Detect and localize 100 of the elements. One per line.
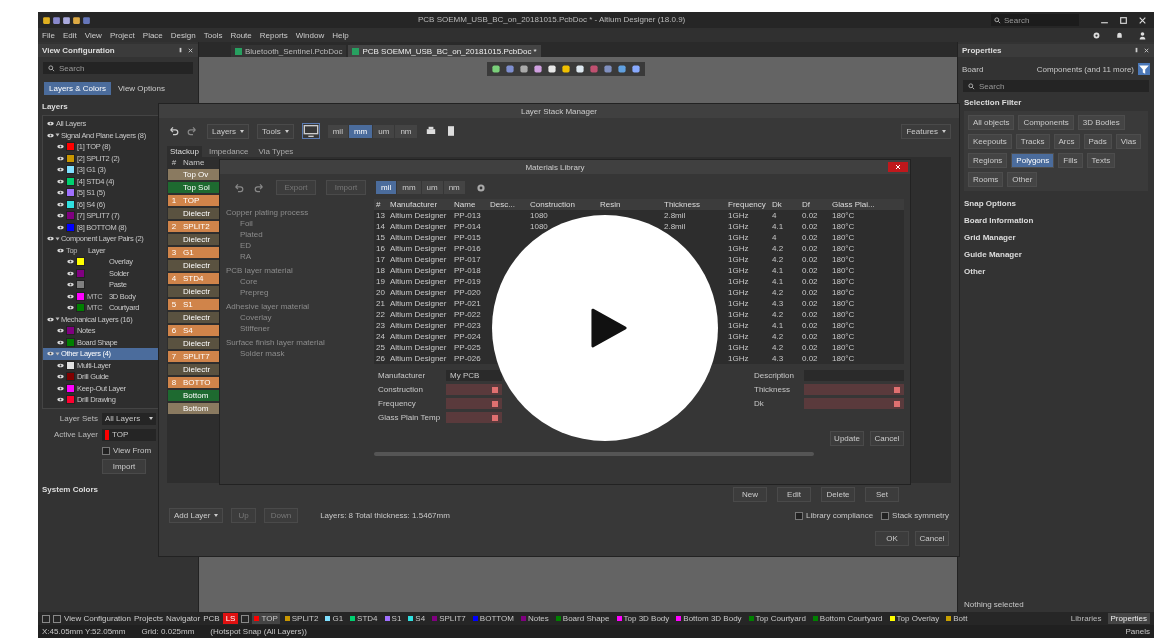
layer-tab[interactable]: SPLIT7 [430,613,468,624]
tree-item[interactable]: Prepreg [226,288,364,297]
eye-icon[interactable] [57,247,64,253]
layer-row[interactable]: Dielectr [168,260,220,271]
eye-icon[interactable] [57,339,64,345]
cancel-button[interactable]: Cancel [870,431,904,446]
tree-item[interactable]: ED [226,241,364,250]
tree-item[interactable]: Foil [226,219,364,228]
color-swatch[interactable] [76,268,85,278]
active-layer-field[interactable]: TOP [102,428,156,441]
bell-icon[interactable] [1115,30,1124,40]
gear-icon[interactable] [474,181,487,194]
tool-icon[interactable] [574,63,586,75]
eye-icon[interactable] [57,213,64,219]
menu-item[interactable]: Tools [203,30,223,40]
user-icon[interactable] [1138,30,1147,40]
input-field[interactable] [804,398,904,409]
expand-icon[interactable] [55,133,60,137]
menu-item[interactable]: View [84,30,102,40]
eye-icon[interactable] [57,190,64,196]
document-tab[interactable]: Bluetooth_Sentinel.PcbDoc [231,45,347,57]
menu-item[interactable]: Edit [62,30,77,40]
close-icon[interactable] [187,47,194,54]
layer-tab[interactable]: G1 [323,613,346,624]
unit-button[interactable]: mil [327,124,348,138]
layer-row[interactable]: Dielectr [168,286,220,297]
section-header[interactable]: Other [964,267,1148,276]
input-field[interactable] [446,384,502,395]
undo-icon[interactable] [167,125,179,137]
color-swatch[interactable] [66,188,75,198]
eye-icon[interactable] [47,132,54,138]
color-swatch[interactable] [66,372,75,382]
filter-button[interactable]: Components [1018,115,1074,130]
tool-icon[interactable] [546,63,558,75]
filter-button[interactable]: Other [1007,172,1038,187]
tree-item[interactable]: RA [226,252,364,261]
tree-item[interactable]: Coverlay [226,313,364,322]
color-swatch[interactable] [66,222,75,232]
unit-button[interactable]: nm [395,124,417,138]
tree-item[interactable]: Core [226,277,364,286]
layer-tab[interactable]: TOP [252,613,280,624]
pin-icon[interactable] [177,47,184,54]
unit-button[interactable]: um [421,181,443,194]
menu-button[interactable]: Layers [207,123,249,139]
input-field[interactable] [446,412,502,423]
filter-button[interactable]: All objects [968,115,1015,130]
tree-item[interactable]: Plated [226,230,364,239]
tree-item[interactable]: Adhesive layer material [226,302,364,311]
board-dropdown[interactable]: Components (and 11 more) [1036,64,1134,74]
panel-tab[interactable]: Properties [1107,613,1150,624]
layer-row[interactable]: Top Ov [168,169,220,180]
layer-set-button[interactable]: LS [222,613,239,624]
section-header[interactable]: Guide Manager [964,250,1148,259]
filter-button[interactable]: Texts [1086,153,1116,168]
filter-icon[interactable] [1138,63,1150,75]
tab[interactable]: Stackup [167,146,202,157]
panel-tab[interactable]: View Configuration [64,614,131,623]
tool-icon[interactable] [532,63,544,75]
section-header[interactable]: Grid Manager [964,233,1148,242]
color-swatch[interactable] [66,142,75,152]
filter-button[interactable]: 3D Bodies [1077,115,1125,130]
unit-button[interactable]: nm [443,181,465,194]
layer-row[interactable]: Dielectr [168,312,220,323]
panel-tab[interactable]: PCB [203,614,220,623]
color-swatch[interactable] [66,176,75,186]
menu-item[interactable]: Help [332,30,349,40]
layer-tab[interactable]: Bott [944,613,970,624]
maximize-icon[interactable] [1119,15,1128,25]
color-swatch[interactable] [66,395,75,405]
eye-icon[interactable] [57,397,64,403]
eye-icon[interactable] [47,236,54,242]
filter-button[interactable]: Pads [1083,134,1112,149]
layer-row[interactable]: Top Sol [168,182,220,193]
panel-icon[interactable] [241,614,250,623]
tab[interactable]: Impedance [205,146,252,157]
layer-tab[interactable]: Top Courtyard [746,613,808,624]
close-icon[interactable] [1143,47,1150,54]
layer-sets-dropdown[interactable]: All Layers [102,412,156,425]
layer-tab[interactable]: Notes [518,613,551,624]
layer-tab[interactable]: Top 3D Body [614,613,672,624]
close-icon[interactable] [1138,15,1147,25]
menu-item[interactable]: Reports [259,30,288,40]
layer-row[interactable]: Dielectr [168,208,220,219]
panel-tab[interactable]: Navigator [165,614,201,623]
layer-row[interactable]: Bottom [168,390,220,401]
checkbox[interactable] [881,511,890,520]
layer-tab[interactable]: BOTTOM [470,613,516,624]
tool-icon[interactable] [630,63,642,75]
filter-button[interactable]: Arcs [1053,134,1080,149]
layer-row[interactable]: Dielectr [168,234,220,245]
filter-button[interactable]: Keepouts [968,134,1012,149]
layer-tab[interactable]: Board Shape [553,613,612,624]
layer-tab[interactable]: SPLIT2 [282,613,321,624]
menu-item[interactable]: Window [295,30,325,40]
layer-row[interactable]: Bottom [168,403,220,414]
section-header[interactable]: Selection Filter [964,98,1148,107]
panel-tab[interactable]: Libraries [1067,613,1105,624]
eye-icon[interactable] [57,201,64,207]
tab[interactable]: Layers & Colors [44,82,111,95]
tree-item[interactable]: PCB layer material [226,266,364,275]
